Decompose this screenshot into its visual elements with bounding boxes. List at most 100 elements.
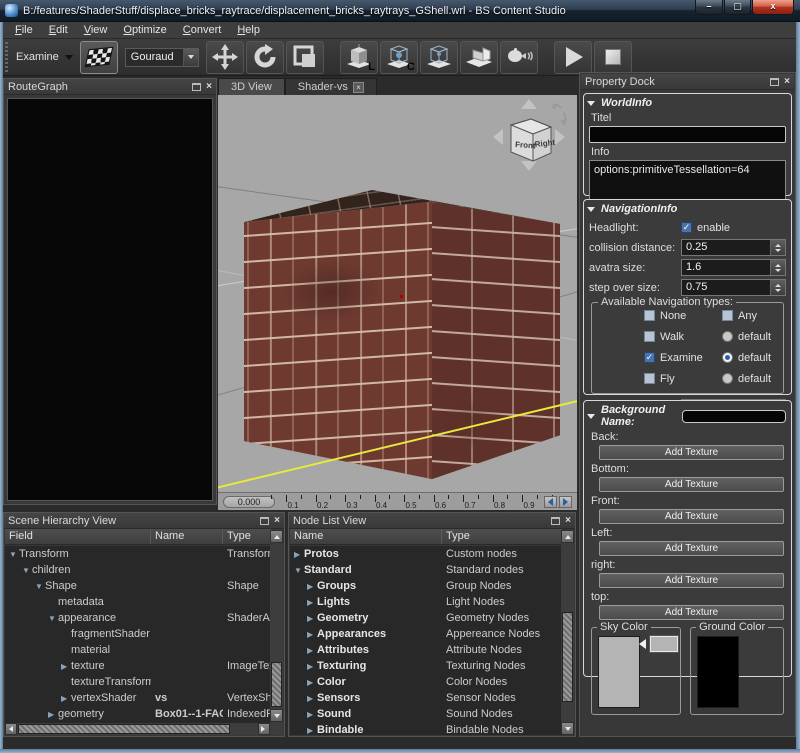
tab-shader-vs[interactable]: Shader-vs× [285,78,377,95]
ground-color-gradient[interactable] [697,636,739,708]
float-panel-icon[interactable] [260,517,269,525]
table-row[interactable]: fragmentShader [5,626,270,642]
worldinfo-section-header[interactable]: WorldInfo [589,97,786,109]
expand-icon[interactable]: ▶ [61,662,71,671]
toolbar-gripper[interactable] [5,42,8,72]
titel-input[interactable] [589,126,786,143]
none-checkbox[interactable]: ✓ [644,310,655,321]
property-dock-header[interactable]: Property Dock × [581,74,794,90]
scrollbar-thumb[interactable] [271,662,282,707]
column-header-name[interactable]: Name [151,529,223,544]
expand-icon[interactable]: ▶ [307,646,317,655]
sky-color-gradient[interactable] [598,636,640,708]
walk-default-radio[interactable] [722,331,733,342]
add-texture-button-bottom[interactable]: Add Texture [599,477,784,492]
table-row[interactable]: ▶textureImageTexture [5,658,270,674]
menu-item-view[interactable]: View [76,23,116,37]
table-row[interactable]: ▼ShapeShape [5,578,270,594]
expand-icon[interactable]: ▶ [307,630,317,639]
background-section-header[interactable]: Background Name: [589,404,786,428]
expand-icon[interactable]: ▶ [307,710,317,719]
none-any-checkbox[interactable]: ✓ [722,310,733,321]
collapse-icon[interactable] [587,207,595,212]
scroll-down-icon[interactable] [270,709,283,722]
scene-column-headers[interactable]: FieldNameType [5,529,271,545]
examine-checkbox[interactable]: ✓ [644,352,655,363]
table-row[interactable]: ▼appearanceShaderAppearance [5,610,270,626]
minimize-button[interactable]: – [695,0,723,15]
collapse-icon[interactable]: ▼ [9,550,19,559]
scrollbar-thumb[interactable] [18,724,230,734]
scene-horizontal-scrollbar[interactable] [5,723,270,735]
table-row[interactable]: textureTransform [5,674,270,690]
column-header-type[interactable]: Type [223,529,271,544]
maximize-button[interactable]: ▢ [724,0,751,15]
color-stop-arrow-icon[interactable] [639,639,646,649]
collision-distance-stepper[interactable]: 0.25 [681,239,786,256]
timeline-value[interactable]: 0.000 [223,496,275,508]
scroll-left-icon[interactable] [5,723,17,735]
add-texture-button-right[interactable]: Add Texture [599,573,784,588]
scroll-down-icon[interactable] [561,722,574,735]
examine-pointer-button[interactable] [80,41,118,74]
brick-cube-model[interactable] [244,190,560,482]
stop-button[interactable] [594,41,632,74]
expand-icon[interactable]: ▶ [307,582,317,591]
close-icon[interactable]: × [274,516,280,526]
view-cube-gizmo[interactable]: Front Right [491,97,575,173]
viewpoint-button[interactable]: C [380,41,418,74]
collapse-icon[interactable] [587,101,595,106]
fly-default-radio[interactable] [722,373,733,384]
close-icon[interactable]: × [784,77,790,87]
scale-button[interactable] [286,41,324,74]
navigationinfo-section-header[interactable]: NavigationInfo [589,203,786,215]
scene-hierarchy-header[interactable]: Scene Hierarchy View × [4,513,284,529]
table-row[interactable]: ▶SensorsSensor Nodes [290,690,561,706]
add-texture-button-back[interactable]: Add Texture [599,445,784,460]
timeline-right-button[interactable] [559,496,572,508]
table-row[interactable]: ▼StandardStandard nodes [290,562,561,578]
chevron-down-icon[interactable] [183,49,198,66]
fly-checkbox[interactable]: ✓ [644,373,655,384]
expand-icon[interactable]: ▶ [294,550,304,559]
table-row[interactable]: ▶vertexShadervsVertexShader [5,690,270,706]
shading-combobox[interactable]: Gouraud [125,48,199,67]
table-row[interactable]: ▼children [5,562,270,578]
animation-timeline[interactable]: 0.000 0.10.20.30.40.50.60.70.80.91.0 [218,492,577,510]
add-texture-button-front[interactable]: Add Texture [599,509,784,524]
scroll-up-icon[interactable] [561,530,574,543]
float-panel-icon[interactable] [551,517,560,525]
close-icon[interactable]: × [206,82,212,92]
title-bar[interactable]: B:/features/ShaderStuff/displace_bricks_… [0,0,800,22]
gizmo-left-arrow[interactable] [493,129,503,145]
table-row[interactable]: material [5,642,270,658]
routegraph-canvas[interactable] [7,98,213,501]
move-button[interactable] [206,41,244,74]
menu-item-edit[interactable]: Edit [41,23,76,37]
rotate-button[interactable] [246,41,284,74]
scene-vertical-scrollbar[interactable] [270,530,283,735]
table-row[interactable]: ▶TexturingTexturing Nodes [290,658,561,674]
navigation-mode-dropdown[interactable]: Examine [16,51,59,63]
info-textarea[interactable]: options:primitiveTessellation=64 [589,160,786,200]
table-row[interactable]: ▶geometryBox01--1-FACESIndexedFaceSet [5,706,270,722]
touch-sound-button[interactable] [500,41,538,74]
chevron-down-icon[interactable] [65,55,73,60]
background-name-input[interactable] [682,410,786,423]
expand-icon[interactable]: ▶ [307,694,317,703]
expand-icon[interactable]: ▶ [307,662,317,671]
collapse-icon[interactable]: ▼ [294,566,304,575]
clip-plane-button[interactable] [460,41,498,74]
float-panel-icon[interactable] [192,83,201,91]
close-button[interactable]: x [752,0,794,15]
routegraph-header[interactable]: RouteGraph × [4,79,216,95]
tab-3d-view[interactable]: 3D View [218,78,285,95]
gizmo-cube[interactable]: Front Right [511,119,556,161]
spinner-buttons[interactable] [770,280,785,295]
node-list-header[interactable]: Node List View × [289,513,575,529]
column-header-field[interactable]: Field [5,529,151,544]
expand-icon[interactable]: ▶ [307,678,317,687]
expand-icon[interactable]: ▶ [307,614,317,623]
close-icon[interactable]: × [565,516,571,526]
collapse-icon[interactable]: ▼ [48,614,58,623]
